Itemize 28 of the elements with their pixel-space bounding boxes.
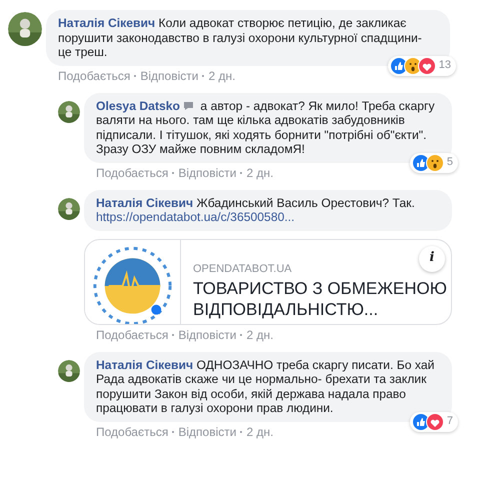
comment-text: Наталія Сікевич Жбадинський Василь Орестович? Так. https://opendatabot.ua/c/36500580... [96,196,416,224]
info-button[interactable]: i [419,246,445,272]
timestamp: 2 дн. [208,68,236,82]
action-link[interactable]: Відповісти [140,68,198,82]
action-link[interactable]: Подобається [96,166,168,180]
timestamp: 2 дн. [246,424,274,438]
action-link[interactable]: Відповісти [178,328,236,342]
avatar[interactable] [58,100,80,122]
reaction-pill[interactable]: 7 [410,412,458,432]
timestamp: 2 дн. [246,166,274,180]
avatar[interactable] [58,198,80,220]
reaction-pill[interactable]: 13 [388,56,456,76]
link-domain: OPENDATABOT.UA [193,262,293,276]
avatar[interactable] [8,12,42,46]
link-preview-card[interactable]: OPENDATABOT.UA ТОВАРИСТВО З ОБМЕЖЕНОЮ ВІДПОВІДАЛЬНІСТЮ... i [84,238,452,324]
link[interactable]: https://opendatabot.ua/c/36500580... [96,210,295,224]
reaction-count: 7 [446,414,454,429]
reaction-count: 5 [446,155,454,170]
reaction-pill[interactable]: 5 [410,152,458,172]
timestamp: 2 дн. [246,328,274,342]
action-link[interactable]: Подобається [96,424,168,438]
link-title: ТОВАРИСТВО З ОБМЕЖЕНОЮ ВІДПОВІДАЛЬНІСТЮ... [193,278,448,320]
action-link[interactable]: Подобається [96,328,168,342]
reaction-count: 13 [438,58,452,73]
action-link[interactable]: Подобається [58,68,130,82]
action-link[interactable]: Відповісти [178,166,236,180]
action-link[interactable]: Відповісти [178,424,236,438]
avatar[interactable] [58,360,80,382]
